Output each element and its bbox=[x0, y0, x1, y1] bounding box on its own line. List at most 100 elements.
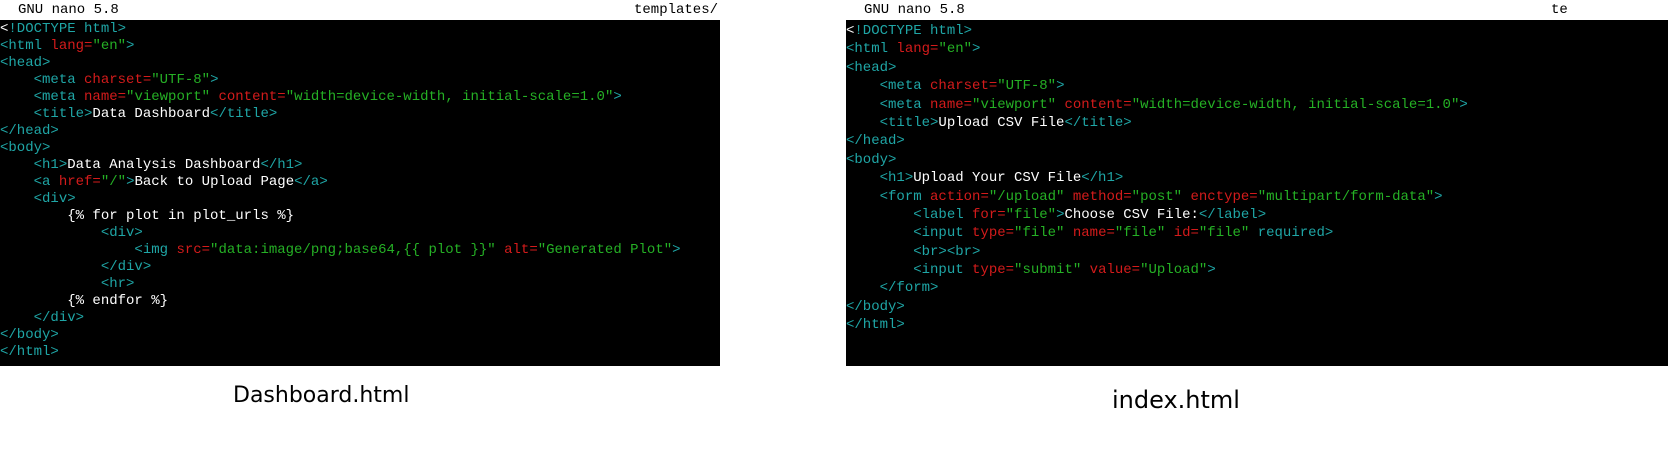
code-tag: <meta bbox=[879, 78, 931, 95]
code-line: <h1>Data Analysis Dashboard</h1> bbox=[0, 157, 720, 174]
code-tag: <hr> bbox=[100, 276, 135, 292]
code-tag: > bbox=[972, 41, 981, 58]
code-tag: > bbox=[613, 89, 622, 105]
code-attribute: for= bbox=[972, 206, 1006, 223]
code-line: <hr> bbox=[0, 276, 720, 293]
code-tag: <div> bbox=[33, 191, 76, 207]
code-line: </html> bbox=[0, 344, 720, 361]
code-attribute: lang= bbox=[50, 38, 93, 54]
code-tag: <br><br> bbox=[913, 243, 981, 260]
index-caption: index.html bbox=[1112, 386, 1240, 414]
code-value: "file" bbox=[1014, 225, 1073, 242]
code-tag: <body> bbox=[846, 151, 897, 168]
code-tag: <meta bbox=[33, 89, 85, 105]
code-tag: <title> bbox=[33, 106, 93, 122]
code-line: <meta charset="UTF-8"> bbox=[0, 72, 720, 89]
code-line: <title>Data Dashboard</title> bbox=[0, 106, 720, 123]
code-attribute: type= bbox=[972, 225, 1015, 242]
code-attribute: href= bbox=[58, 174, 101, 190]
code-attribute: name= bbox=[930, 96, 973, 113]
code-line: {% for plot in plot_urls %} bbox=[0, 208, 720, 225]
code-value: "width=device-width, initial-scale=1.0" bbox=[1131, 96, 1460, 113]
code-tag: </head> bbox=[846, 133, 905, 150]
code-line: <meta name="viewport" content="width=dev… bbox=[846, 96, 1668, 114]
code-value: "post" bbox=[1131, 188, 1191, 205]
code-attribute: src= bbox=[176, 242, 211, 258]
code-tag: </a> bbox=[294, 174, 328, 190]
code-line: <div> bbox=[0, 191, 720, 208]
code-value: "Generated Plot" bbox=[537, 242, 673, 258]
index-terminal-panel: GNU nano 5.8 te <!DOCTYPE html> <html lan… bbox=[846, 0, 1668, 366]
code-text: Choose CSV File: bbox=[1064, 206, 1199, 223]
code-value: "en" bbox=[92, 38, 127, 54]
code-value: "width=device-width, initial-scale=1.0" bbox=[285, 89, 614, 105]
dashboard-terminal-panel: GNU nano 5.8 templates/ <!DOCTYPE html> <… bbox=[0, 0, 720, 366]
code-attribute: name= bbox=[1072, 225, 1115, 242]
code-tag: <a bbox=[33, 174, 59, 190]
code-attribute: alt= bbox=[504, 242, 538, 258]
code-tag: </title> bbox=[1064, 114, 1132, 131]
code-line: <html lang="en"> bbox=[846, 40, 1668, 58]
code-tag: > bbox=[1056, 78, 1065, 95]
code-tag: > bbox=[672, 242, 681, 258]
code-line: <a href="/">Back to Upload Page</a> bbox=[0, 174, 720, 191]
code-tag: !DOCTYPE html> bbox=[8, 21, 127, 37]
code-tag: <form bbox=[879, 188, 931, 205]
code-line: <meta charset="UTF-8"> bbox=[846, 77, 1668, 95]
code-tag: </body> bbox=[846, 298, 905, 315]
code-value: "UTF-8" bbox=[997, 78, 1057, 95]
code-tag: </body> bbox=[0, 327, 59, 343]
code-text: Data Dashboard bbox=[92, 106, 211, 122]
code-value: "Upload" bbox=[1140, 262, 1208, 279]
code-line: <form action="/upload" method="post" enc… bbox=[846, 188, 1668, 206]
code-value: "file" bbox=[1198, 225, 1258, 242]
code-line: </head> bbox=[0, 123, 720, 140]
nano-version-label: GNU nano 5.8 bbox=[864, 2, 965, 18]
code-tag: </title> bbox=[210, 106, 278, 122]
code-text: Upload CSV File bbox=[938, 114, 1065, 131]
nano-version-label: GNU nano 5.8 bbox=[18, 2, 119, 18]
code-attribute: id= bbox=[1173, 225, 1199, 242]
code-tag: <input bbox=[913, 225, 973, 242]
code-tag: <h1> bbox=[879, 170, 914, 187]
code-line: <!DOCTYPE html> bbox=[0, 21, 720, 38]
code-line: <input type="file" name="file" id="file"… bbox=[846, 224, 1668, 242]
code-line: </div> bbox=[0, 310, 720, 327]
code-tag: <title> bbox=[879, 114, 939, 131]
code-line: <body> bbox=[846, 151, 1668, 169]
code-tag: <input bbox=[913, 262, 973, 279]
code-attribute: content= bbox=[1064, 96, 1132, 113]
code-text: Upload Your CSV File bbox=[913, 170, 1082, 187]
code-editor-area[interactable]: <!DOCTYPE html> <html lang="en"> <head> <m… bbox=[0, 20, 720, 366]
code-editor-area[interactable]: <!DOCTYPE html> <html lang="en"> <head> <m… bbox=[846, 20, 1668, 366]
code-tag: <meta bbox=[33, 72, 85, 88]
code-line: </form> bbox=[846, 279, 1668, 297]
code-value: "viewport" bbox=[126, 89, 219, 105]
code-value: "file" bbox=[1005, 206, 1057, 223]
code-attribute: lang= bbox=[896, 41, 939, 58]
code-value: "viewport" bbox=[972, 96, 1065, 113]
code-attribute: enctype= bbox=[1190, 188, 1258, 205]
code-attribute: name= bbox=[84, 89, 127, 105]
code-value: "/upload" bbox=[988, 188, 1073, 205]
code-attribute: action= bbox=[930, 188, 989, 205]
code-tag: <html bbox=[846, 41, 897, 58]
code-text: Data Analysis Dashboard bbox=[67, 157, 261, 173]
code-line: </div> bbox=[0, 259, 720, 276]
code-line: </body> bbox=[846, 298, 1668, 316]
file-path-label: te bbox=[1551, 2, 1568, 18]
code-line: <title>Upload CSV File</title> bbox=[846, 114, 1668, 132]
code-value: "file" bbox=[1114, 225, 1174, 242]
